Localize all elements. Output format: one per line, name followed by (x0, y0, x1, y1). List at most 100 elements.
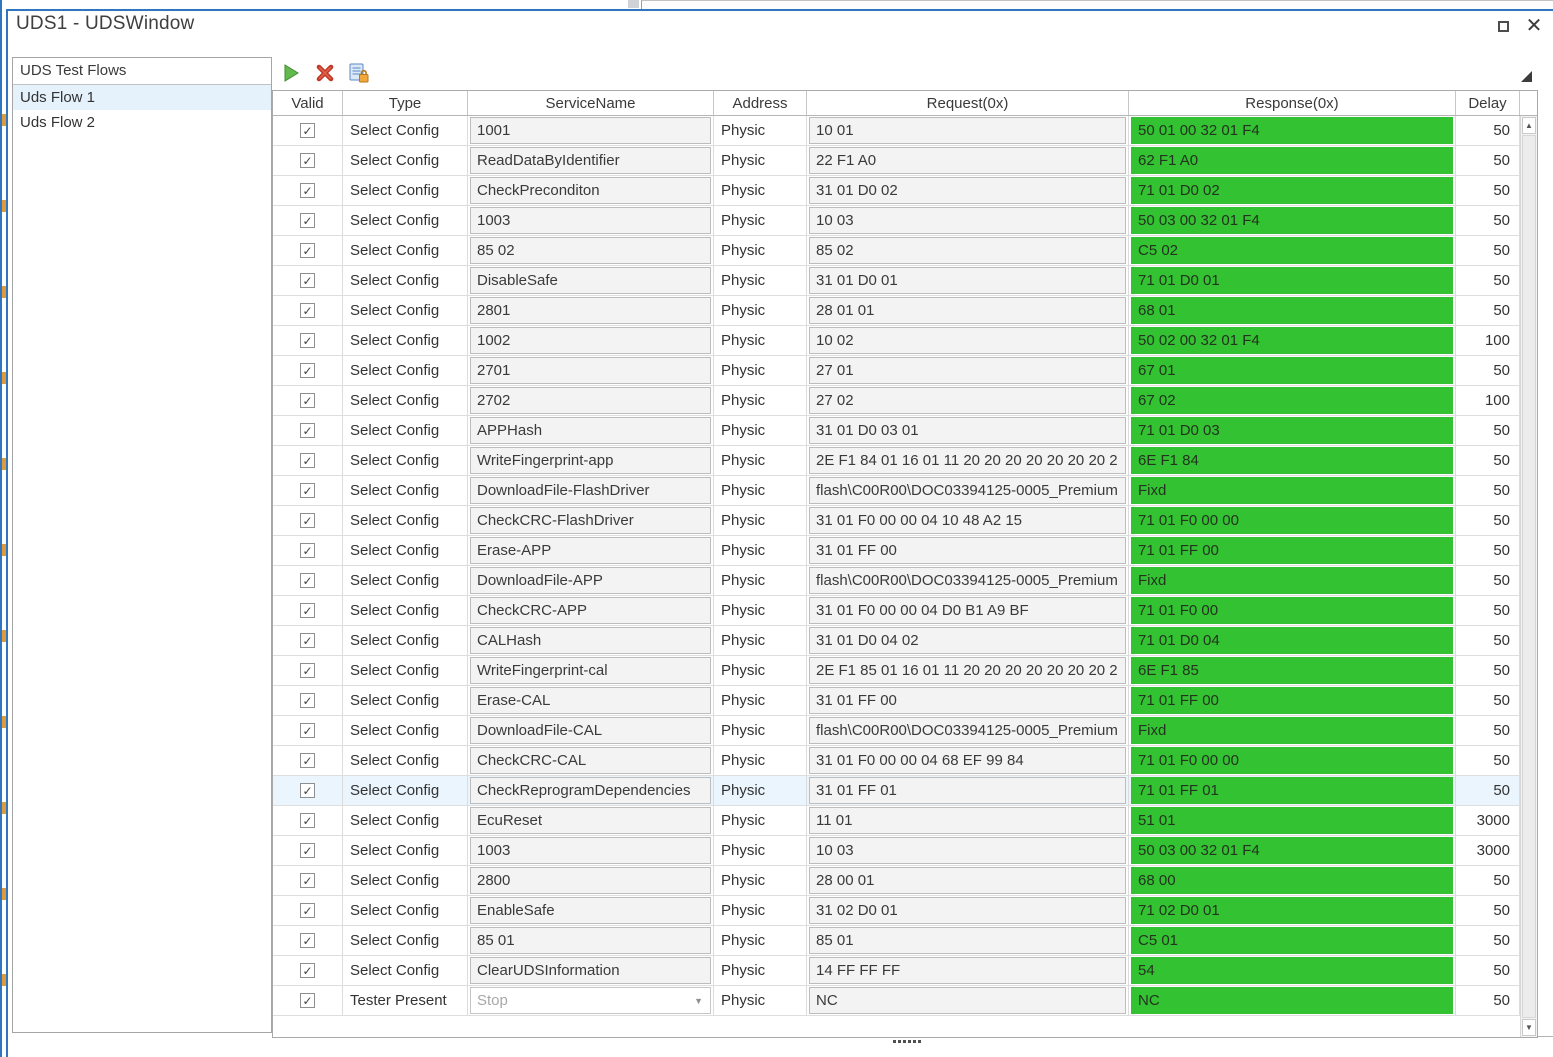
request-input[interactable]: 31 01 D0 01 (809, 267, 1126, 294)
column-header-type[interactable]: Type (343, 91, 468, 115)
delay-cell[interactable]: 100 (1456, 386, 1520, 415)
servicename-input[interactable]: 2800 (470, 867, 711, 894)
request-input[interactable]: 10 02 (809, 327, 1126, 354)
delay-cell[interactable]: 50 (1456, 506, 1520, 535)
servicename-input[interactable]: ClearUDSInformation (470, 957, 711, 984)
servicename-input[interactable]: CheckCRC-FlashDriver (470, 507, 711, 534)
table-row[interactable]: ✓ Select Config 2800 Physic 28 00 01 68 00 50 (273, 866, 1537, 896)
valid-checkbox[interactable]: ✓ (300, 663, 315, 678)
valid-checkbox[interactable]: ✓ (300, 363, 315, 378)
table-row[interactable]: ✓ Select Config 2801 Physic 28 01 01 68 01 50 (273, 296, 1537, 326)
table-row[interactable]: ✓ Select Config 1003 Physic 10 03 50 03 00 32… (273, 206, 1537, 236)
valid-checkbox[interactable]: ✓ (300, 903, 315, 918)
run-button[interactable] (280, 62, 302, 84)
servicename-input[interactable]: WriteFingerprint-app (470, 447, 711, 474)
servicename-input[interactable]: CheckCRC-APP (470, 597, 711, 624)
request-input[interactable]: 28 00 01 (809, 867, 1126, 894)
delay-cell[interactable]: 50 (1456, 476, 1520, 505)
delay-cell[interactable]: 50 (1456, 896, 1520, 925)
delay-cell[interactable]: 50 (1456, 176, 1520, 205)
request-input[interactable]: 31 01 FF 01 (809, 777, 1126, 804)
column-header-response[interactable]: Response(0x) (1129, 91, 1456, 115)
valid-checkbox[interactable]: ✓ (300, 243, 315, 258)
request-input[interactable]: 31 01 F0 00 00 04 D0 B1 A9 BF (809, 597, 1126, 624)
delay-cell[interactable]: 100 (1456, 326, 1520, 355)
request-input[interactable]: 31 01 D0 04 02 (809, 627, 1126, 654)
servicename-input[interactable]: 85 02 (470, 237, 711, 264)
request-input[interactable]: 11 01 (809, 807, 1126, 834)
servicename-input[interactable]: 85 01 (470, 927, 711, 954)
delay-cell[interactable]: 50 (1456, 986, 1520, 1015)
servicename-input[interactable]: EnableSafe (470, 897, 711, 924)
request-input[interactable]: 85 02 (809, 237, 1126, 264)
valid-checkbox[interactable]: ✓ (300, 423, 315, 438)
valid-checkbox[interactable]: ✓ (300, 123, 315, 138)
request-input[interactable]: 31 01 F0 00 00 04 10 48 A2 15 (809, 507, 1126, 534)
request-input[interactable]: 27 02 (809, 387, 1126, 414)
delay-cell[interactable]: 50 (1456, 266, 1520, 295)
delay-cell[interactable]: 50 (1456, 626, 1520, 655)
column-header-servicename[interactable]: ServiceName (468, 91, 714, 115)
table-row[interactable]: ✓ Select Config DownloadFile-CAL Physic flas… (273, 716, 1537, 746)
valid-checkbox[interactable]: ✓ (300, 723, 315, 738)
table-row[interactable]: ✓ Select Config DownloadFile-APP Physic flas… (273, 566, 1537, 596)
valid-checkbox[interactable]: ✓ (300, 603, 315, 618)
valid-checkbox[interactable]: ✓ (300, 813, 315, 828)
table-row[interactable]: ✓ Select Config CALHash Physic 31 01 D0 04 0… (273, 626, 1537, 656)
valid-checkbox[interactable]: ✓ (300, 333, 315, 348)
delay-cell[interactable]: 50 (1456, 776, 1520, 805)
delete-button[interactable] (314, 62, 336, 84)
request-input[interactable]: 31 01 F0 00 00 04 68 EF 99 84 (809, 747, 1126, 774)
request-input[interactable]: 31 01 FF 00 (809, 687, 1126, 714)
request-input[interactable]: 31 02 D0 01 (809, 897, 1126, 924)
servicename-input[interactable]: DownloadFile-APP (470, 567, 711, 594)
servicename-input[interactable]: WriteFingerprint-cal (470, 657, 711, 684)
resize-grip-icon[interactable] (1521, 71, 1532, 82)
table-row[interactable]: ✓ Select Config Erase-APP Physic 31 01 FF 00… (273, 536, 1537, 566)
valid-checkbox[interactable]: ✓ (300, 513, 315, 528)
delay-cell[interactable]: 50 (1456, 866, 1520, 895)
request-input[interactable]: NC (809, 987, 1126, 1014)
request-input[interactable]: flash\C00R00\DOC03394125-0005_Premium (809, 717, 1126, 744)
table-row[interactable]: ✓ Select Config ReadDataByIdentifier Physic… (273, 146, 1537, 176)
request-input[interactable]: 31 01 D0 03 01 (809, 417, 1126, 444)
table-row[interactable]: ✓ Select Config 1001 Physic 10 01 50 01 00 32… (273, 116, 1537, 146)
table-row[interactable]: ✓ Select Config WriteFingerprint-app Physic… (273, 446, 1537, 476)
valid-checkbox[interactable]: ✓ (300, 543, 315, 558)
servicename-input[interactable]: CALHash (470, 627, 711, 654)
table-row[interactable]: ✓ Select Config 2701 Physic 27 01 67 01 50 (273, 356, 1537, 386)
valid-checkbox[interactable]: ✓ (300, 873, 315, 888)
delay-cell[interactable]: 50 (1456, 296, 1520, 325)
delay-cell[interactable]: 50 (1456, 956, 1520, 985)
close-button[interactable]: ✕ (1522, 12, 1546, 38)
table-row[interactable]: ✓ Select Config WriteFingerprint-cal Physic… (273, 656, 1537, 686)
delay-cell[interactable]: 50 (1456, 206, 1520, 235)
request-input[interactable]: flash\C00R00\DOC03394125-0005_Premium (809, 567, 1126, 594)
delay-cell[interactable]: 3000 (1456, 836, 1520, 865)
valid-checkbox[interactable]: ✓ (300, 573, 315, 588)
table-row[interactable]: ✓ Select Config CheckCRC-CAL Physic 31 01 F0… (273, 746, 1537, 776)
delay-cell[interactable]: 50 (1456, 656, 1520, 685)
servicename-input[interactable]: DisableSafe (470, 267, 711, 294)
valid-checkbox[interactable]: ✓ (300, 213, 315, 228)
servicename-input[interactable]: 1003 (470, 207, 711, 234)
servicename-input[interactable]: 2702 (470, 387, 711, 414)
request-input[interactable]: 10 03 (809, 837, 1126, 864)
table-row[interactable]: ✓ Select Config 1002 Physic 10 02 50 02 00 32… (273, 326, 1537, 356)
valid-checkbox[interactable]: ✓ (300, 933, 315, 948)
valid-checkbox[interactable]: ✓ (300, 693, 315, 708)
delay-cell[interactable]: 50 (1456, 596, 1520, 625)
valid-checkbox[interactable]: ✓ (300, 273, 315, 288)
request-input[interactable]: 2E F1 84 01 16 01 11 20 20 20 20 20 20 2… (809, 447, 1126, 474)
valid-checkbox[interactable]: ✓ (300, 453, 315, 468)
table-row[interactable]: ✓ Select Config CheckCRC-FlashDriver Physic… (273, 506, 1537, 536)
delay-cell[interactable]: 50 (1456, 236, 1520, 265)
servicename-input[interactable]: CheckReprogramDependencies (470, 777, 711, 804)
valid-checkbox[interactable]: ✓ (300, 753, 315, 768)
servicename-input[interactable]: 1003 (470, 837, 711, 864)
valid-checkbox[interactable]: ✓ (300, 633, 315, 648)
table-row[interactable]: ✓ Select Config CheckCRC-APP Physic 31 01 F0… (273, 596, 1537, 626)
servicename-input[interactable]: APPHash (470, 417, 711, 444)
delay-cell[interactable]: 50 (1456, 926, 1520, 955)
request-input[interactable]: 10 03 (809, 207, 1126, 234)
